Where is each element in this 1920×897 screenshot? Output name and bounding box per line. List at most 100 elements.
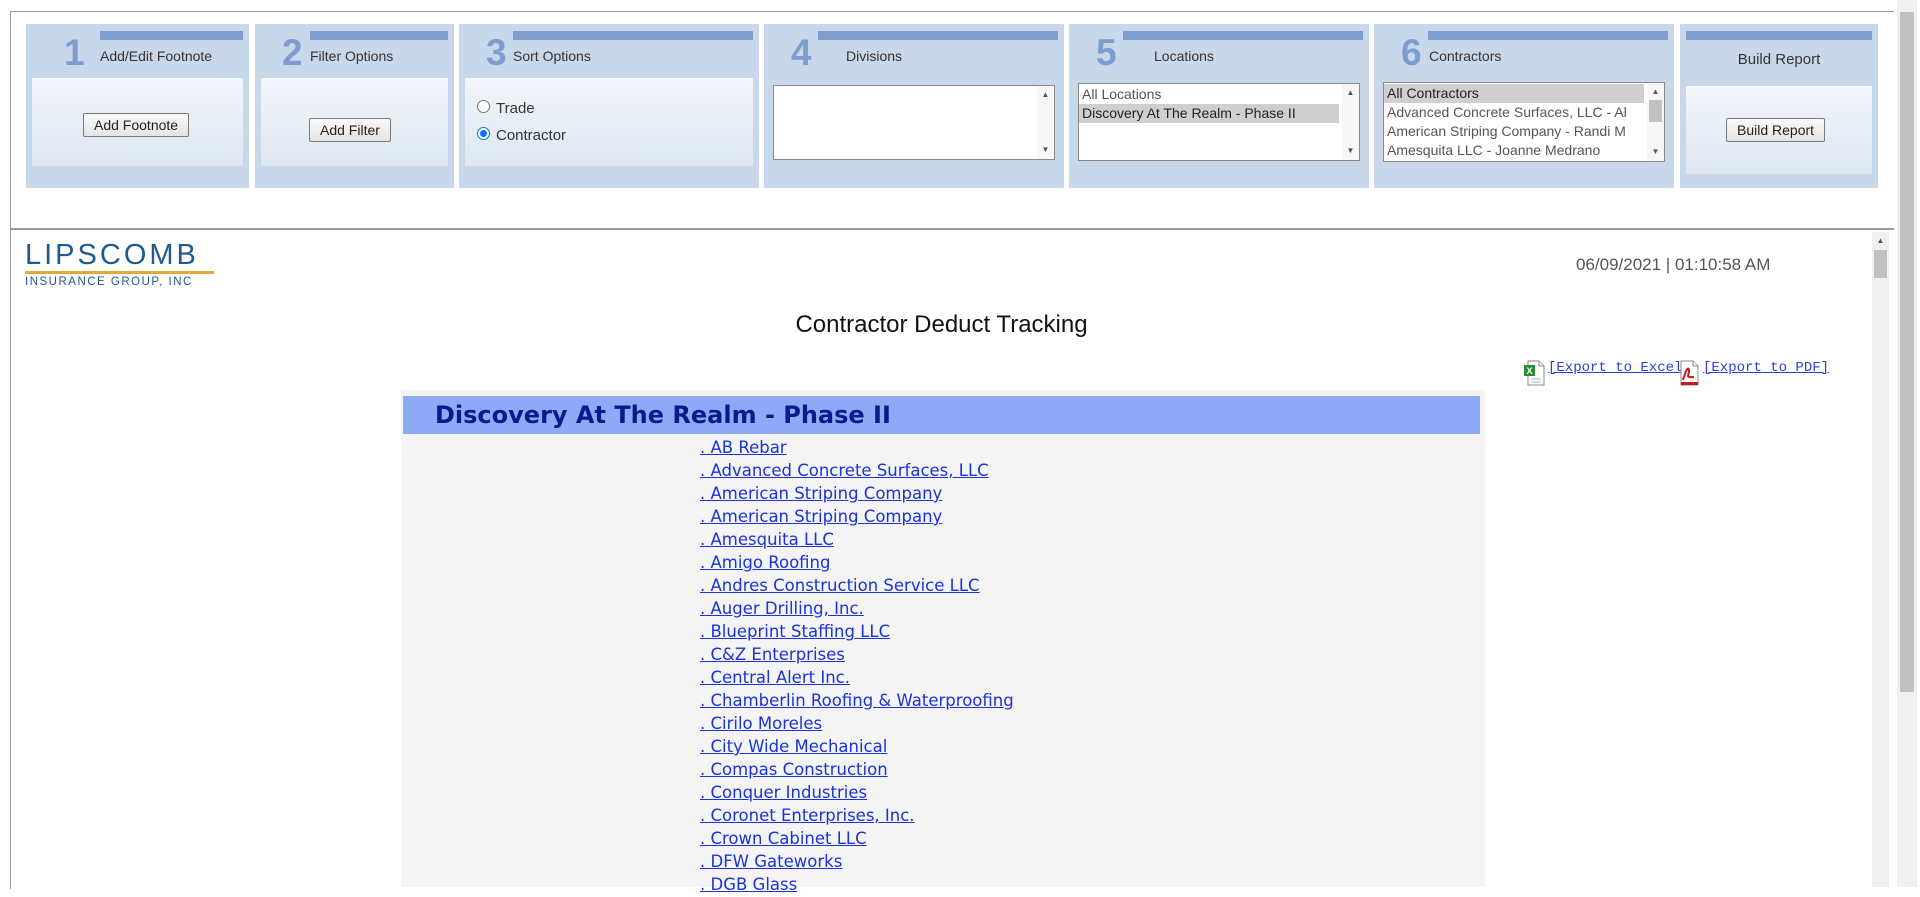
report-scrollbar[interactable] [1872, 232, 1889, 887]
contractor-link[interactable]: . City Wide Mechanical [700, 737, 887, 756]
contractor-link[interactable]: . DFW Gateworks [700, 852, 842, 871]
scroll-up-icon[interactable]: ▲ [1342, 85, 1359, 101]
step-title: Sort Options [513, 48, 591, 64]
contractor-link[interactable]: . C&Z Enterprises [700, 645, 845, 664]
contractor-option[interactable]: Advanced Concrete Surfaces, LLC - Al [1384, 103, 1644, 122]
list-item: . Cirilo Moreles [700, 712, 1014, 735]
scroll-up-icon[interactable]: ▲ [1037, 87, 1054, 103]
step-body: All Locations Discovery At The Realm - P… [1075, 78, 1363, 166]
contractor-link[interactable]: . Conquer Industries [700, 783, 867, 802]
divisions-scrollbar[interactable]: ▲ ▼ [1037, 86, 1054, 159]
scroll-up-icon[interactable]: ▲ [1647, 84, 1664, 100]
sort-trade-label: Trade [496, 100, 535, 117]
list-item: . City Wide Mechanical [700, 735, 1014, 758]
list-item: . C&Z Enterprises [700, 643, 1014, 666]
company-logo: LIPSCOMB INSURANCE GROUP, INC [25, 240, 214, 288]
scroll-down-icon[interactable]: ▼ [1342, 143, 1359, 159]
contractor-link[interactable]: . Central Alert Inc. [700, 668, 850, 687]
add-footnote-button[interactable]: Add Footnote [83, 113, 190, 137]
step-filter-panel: 2 Filter Options Add Filter [255, 24, 454, 188]
report-scroll-up-icon[interactable]: ▲ [1872, 234, 1889, 248]
step-body: Trade Contractor [465, 78, 753, 166]
list-item: . Compas Construction [700, 758, 1014, 781]
contractor-link[interactable]: . Auger Drilling, Inc. [700, 599, 864, 618]
scroll-thumb[interactable] [1649, 100, 1662, 122]
divisions-listbox[interactable]: ▲ ▼ [773, 85, 1055, 160]
step-divisions-panel: 4 Divisions ▲ ▼ [764, 24, 1064, 188]
step-body: ▲ ▼ [770, 78, 1058, 166]
scroll-down-icon[interactable]: ▼ [1037, 142, 1054, 158]
list-item: . Advanced Concrete Surfaces, LLC [700, 459, 1014, 482]
contractor-link[interactable]: . Coronet Enterprises, Inc. [700, 806, 915, 825]
step-body: Add Filter [261, 78, 448, 166]
contractor-link[interactable]: . Amesquita LLC [700, 530, 834, 549]
export-pdf[interactable]: [Export to PDF] [1678, 360, 1829, 386]
step-title: Locations [1154, 48, 1214, 64]
scroll-down-icon[interactable]: ▼ [1647, 144, 1664, 160]
step-body: Add Footnote [32, 78, 243, 166]
step-contractors-panel: 6 Contractors All Contractors Advanced C… [1374, 24, 1674, 188]
step-number: 2 [282, 32, 303, 73]
export-pdf-link[interactable]: [Export to PDF] [1703, 360, 1829, 376]
export-excel-link[interactable]: [Export to Excel] [1548, 360, 1691, 376]
step-number: 1 [64, 32, 85, 73]
location-option-all[interactable]: All Locations [1079, 85, 1339, 104]
step-header-bar [513, 31, 753, 40]
contractors-scrollbar[interactable]: ▲ ▼ [1647, 83, 1664, 161]
list-item: . DFW Gateworks [700, 850, 1014, 873]
locations-scrollbar[interactable]: ▲ ▼ [1342, 84, 1359, 160]
sort-trade-option[interactable]: Trade [477, 100, 535, 117]
list-item: . American Striping Company [700, 505, 1014, 528]
build-report-title: Build Report [1737, 51, 1821, 68]
step-number: 5 [1096, 32, 1117, 73]
report-scroll-thumb[interactable] [1874, 250, 1887, 278]
step-sort-panel: 3 Sort Options Trade Contractor [459, 24, 759, 188]
step-title: Add/Edit Footnote [100, 48, 213, 64]
location-option-discovery[interactable]: Discovery At The Realm - Phase II [1079, 104, 1339, 123]
logo-wordmark: LIPSCOMB [25, 239, 199, 271]
logo-rule [25, 271, 214, 274]
step-locations-panel: 5 Locations All Locations Discovery At T… [1069, 24, 1369, 188]
list-item: . Crown Cabinet LLC [700, 827, 1014, 850]
contractor-link[interactable]: . Blueprint Staffing LLC [700, 622, 890, 641]
contractor-option-all[interactable]: All Contractors [1384, 84, 1644, 103]
export-excel[interactable]: X [Export to Excel] [1523, 360, 1691, 386]
list-item: . Conquer Industries [700, 781, 1014, 804]
contractor-link[interactable]: . Amigo Roofing [700, 553, 831, 572]
step-footnote-panel: 1 Add/Edit Footnote Add Footnote [26, 24, 249, 188]
list-item: . Chamberlin Roofing & Waterproofing [700, 689, 1014, 712]
step-title: Filter Options [310, 48, 394, 64]
logo-subtitle: INSURANCE GROUP, INC [25, 276, 193, 288]
sort-contractor-radio[interactable] [477, 127, 490, 140]
step-header-bar [100, 31, 243, 40]
step-number: 4 [791, 32, 812, 73]
contractor-list: . AB Rebar . Advanced Concrete Surfaces,… [700, 436, 1014, 896]
sort-trade-radio[interactable] [477, 100, 490, 113]
contractor-link[interactable]: . Advanced Concrete Surfaces, LLC [700, 461, 989, 480]
report-title: Contractor Deduct Tracking [795, 311, 1088, 338]
contractor-link[interactable]: . Chamberlin Roofing & Waterproofing [700, 691, 1014, 710]
contractor-link[interactable]: . DGB Glass [700, 875, 797, 894]
contractor-link[interactable]: . Andres Construction Service LLC [700, 576, 980, 595]
locations-listbox[interactable]: All Locations Discovery At The Realm - P… [1078, 83, 1360, 161]
contractor-option[interactable]: American Striping Company - Randi M [1384, 122, 1644, 141]
contractor-link[interactable]: . AB Rebar [700, 438, 787, 457]
page-scroll-thumb[interactable] [1900, 12, 1914, 692]
list-item: . Coronet Enterprises, Inc. [700, 804, 1014, 827]
contractor-link[interactable]: . American Striping Company [700, 507, 942, 526]
contractor-option[interactable]: Amesquita LLC - Joanne Medrano [1384, 141, 1644, 160]
add-filter-button[interactable]: Add Filter [309, 118, 391, 142]
sort-contractor-label: Contractor [496, 127, 567, 144]
step-number: 3 [486, 32, 507, 73]
pdf-file-icon [1678, 360, 1700, 386]
contractor-link[interactable]: . Crown Cabinet LLC [700, 829, 867, 848]
build-report-button[interactable]: Build Report [1726, 118, 1826, 142]
contractors-listbox[interactable]: All Contractors Advanced Concrete Surfac… [1383, 82, 1665, 162]
list-item: . DGB Glass [700, 873, 1014, 896]
contractor-link[interactable]: . Compas Construction [700, 760, 888, 779]
list-item: . Blueprint Staffing LLC [700, 620, 1014, 643]
contractor-link[interactable]: . American Striping Company [700, 484, 942, 503]
sort-contractor-option[interactable]: Contractor [477, 127, 566, 144]
contractor-link[interactable]: . Cirilo Moreles [700, 714, 822, 733]
report-timestamp: 06/09/2021 | 01:10:58 AM [1576, 255, 1771, 274]
